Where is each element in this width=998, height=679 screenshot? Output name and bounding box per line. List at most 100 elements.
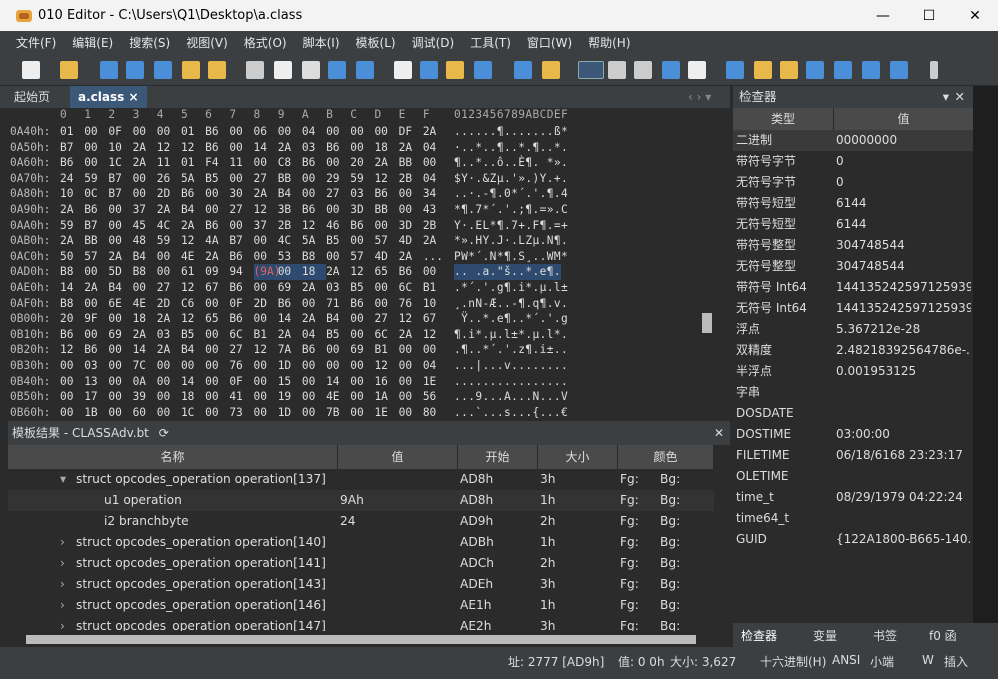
inspector-row[interactable]: FILETIME 06/18/6168 23:23:17: [733, 445, 973, 466]
hex-byte[interactable]: B7: [108, 171, 132, 187]
hex-byte[interactable]: 2A: [157, 311, 181, 327]
hex-byte[interactable]: 4D: [399, 233, 423, 249]
hex-byte[interactable]: 60: [133, 405, 157, 418]
hex-byte[interactable]: 3D: [350, 202, 374, 218]
hex-byte[interactable]: 2A: [108, 249, 132, 265]
hex-byte[interactable]: 00: [254, 280, 278, 296]
hex-byte[interactable]: 04: [302, 124, 326, 140]
hex-byte[interactable]: B4: [181, 342, 205, 358]
hex-byte[interactable]: F4: [205, 155, 229, 171]
hex-row-ascii[interactable]: .*´.'.g¶.i*.µ.l±: [454, 280, 568, 296]
hex-row[interactable]: 0AA0h: 59 B7 00 45 4C 2A B6 00 37 2B 12 46 B6 00 3D 2B Y·…: [8, 218, 714, 234]
hex-byte[interactable]: 1D: [278, 358, 302, 374]
hex-byte[interactable]: 43: [423, 202, 447, 218]
hex-byte[interactable]: 2A: [278, 327, 302, 343]
inspector-row[interactable]: 二进制 00000000: [733, 130, 973, 151]
hex-byte[interactable]: 00: [108, 358, 132, 374]
inspector-row[interactable]: time64_t: [733, 508, 973, 529]
hex-row[interactable]: 0AD0h: B8 00 5D B8 00 61 09 94 (9A)00 18 2A 12 65 B6 00…: [8, 264, 714, 281]
sort-icon[interactable]: [862, 61, 880, 79]
hex-byte[interactable]: 76: [399, 296, 423, 312]
hex-row-ascii[interactable]: .¶..*´.'.z¶.i±..: [454, 342, 568, 358]
hex-byte[interactable]: 48: [133, 233, 157, 249]
hex-byte[interactable]: 7A: [278, 342, 302, 358]
hex-byte[interactable]: 46: [326, 218, 350, 234]
menu-edit[interactable]: 编辑(E): [72, 34, 113, 51]
hex-byte[interactable]: 00: [374, 280, 398, 296]
hex-byte[interactable]: 00: [254, 389, 278, 405]
hex-byte[interactable]: 12: [423, 327, 447, 343]
hex-byte[interactable]: 12: [181, 140, 205, 156]
hex-row[interactable]: 0B00h: 20 9F 00 18 2A 12 65 B6 00 14 2A B4 00 27 12 67 Ÿ…: [8, 311, 714, 327]
hex-byte[interactable]: 00: [350, 327, 374, 343]
hex-byte[interactable]: 00: [326, 342, 350, 358]
compare-icon[interactable]: [514, 61, 532, 79]
inspector-value[interactable]: 2.48218392564786e-...: [836, 340, 971, 361]
hex-byte[interactable]: 00: [254, 374, 278, 390]
inspector-row[interactable]: 字串: [733, 382, 973, 403]
hex-byte[interactable]: 00: [302, 186, 326, 202]
inspector-row[interactable]: 无符号字节 0: [733, 172, 973, 193]
tab-scroll-arrows[interactable]: ‹ › ▾: [680, 86, 719, 108]
hex-byte[interactable]: 00: [374, 218, 398, 234]
hex-row[interactable]: 0AF0h: B8 00 6E 4E 2D C6 00 0F 2D B6 00 71 B6 00 76 10 ¸.…: [8, 296, 714, 312]
hex-byte[interactable]: 7B: [326, 405, 350, 418]
hex-byte[interactable]: B6: [229, 280, 253, 296]
hex-byte[interactable]: 00: [254, 249, 278, 265]
hex-byte[interactable]: 1D: [278, 405, 302, 418]
hex-byte[interactable]: 1C: [108, 155, 132, 171]
hex-byte[interactable]: 00: [108, 311, 132, 327]
hex-byte[interactable]: 69: [108, 327, 132, 343]
hex-byte[interactable]: 2D: [157, 296, 181, 312]
hex-byte[interactable]: 5D: [108, 264, 132, 280]
hex-byte[interactable]: BB: [278, 171, 302, 187]
hex-byte[interactable]: 1A: [374, 389, 398, 405]
hex-byte[interactable]: 67: [423, 311, 447, 327]
inspector-col-type[interactable]: 类型: [733, 108, 833, 130]
hex-byte[interactable]: 12: [350, 264, 374, 280]
hex-byte[interactable]: 00: [399, 358, 423, 374]
hex-byte[interactable]: 01: [60, 124, 84, 140]
pilcrow-icon[interactable]: [634, 61, 652, 79]
hex-byte[interactable]: 00: [108, 374, 132, 390]
col-color[interactable]: 颜色: [618, 445, 714, 469]
hex-byte[interactable]: 14: [60, 280, 84, 296]
folder-icon[interactable]: [182, 61, 200, 79]
inspector-value[interactable]: 03:00:00: [836, 424, 971, 445]
hex-byte[interactable]: 00: [326, 358, 350, 374]
hex-byte[interactable]: 65: [374, 264, 398, 280]
hex-byte[interactable]: B6: [278, 296, 302, 312]
inspector-row[interactable]: 无符号 Int64 1441352425971259392: [733, 298, 973, 319]
hex-row[interactable]: 0AE0h: 14 2A B4 00 27 12 67 B6 00 69 2A 03 B5 00 6C B1 .*…: [8, 280, 714, 296]
hex-byte[interactable]: 00: [157, 358, 181, 374]
hex-byte[interactable]: 2A: [254, 186, 278, 202]
hex-byte[interactable]: 00: [350, 311, 374, 327]
hex-byte[interactable]: B8: [133, 264, 157, 280]
hex-byte[interactable]: 12: [181, 280, 205, 296]
hex-byte[interactable]: 11: [157, 155, 181, 171]
hex-byte[interactable]: 00: [157, 264, 181, 280]
hex-byte[interactable]: B5: [350, 280, 374, 296]
hex-byte[interactable]: 12: [374, 171, 398, 187]
hex-byte[interactable]: B7: [229, 233, 253, 249]
tab-start-page[interactable]: 起始页: [6, 86, 58, 108]
hex-byte[interactable]: 12: [374, 358, 398, 374]
status-insert[interactable]: 插入: [944, 653, 968, 670]
hex-byte[interactable]: B6: [350, 296, 374, 312]
hex-byte[interactable]: 00: [133, 124, 157, 140]
menu-view[interactable]: 视图(V): [186, 34, 228, 51]
template-row[interactable]: u1 operation 9Ah AD8h 1h Fg: Bg:: [8, 490, 714, 511]
hex-byte[interactable]: 00: [108, 342, 132, 358]
hex-byte[interactable]: B8: [60, 296, 84, 312]
hex-byte[interactable]: 4C: [278, 233, 302, 249]
col-name[interactable]: 名称: [8, 445, 338, 469]
status-mode[interactable]: 十六进制(H): [760, 653, 826, 670]
expand-right-icon[interactable]: ›: [60, 574, 65, 595]
hex-byte[interactable]: B6: [84, 202, 108, 218]
hex-byte[interactable]: B1: [254, 327, 278, 343]
hex-byte[interactable]: 00: [423, 155, 447, 171]
hex-byte[interactable]: 2A: [302, 280, 326, 296]
hscroll-thumb[interactable]: [26, 635, 696, 644]
inspector-row[interactable]: 带符号字节 0: [733, 151, 973, 172]
hex-byte[interactable]: 45: [133, 218, 157, 234]
